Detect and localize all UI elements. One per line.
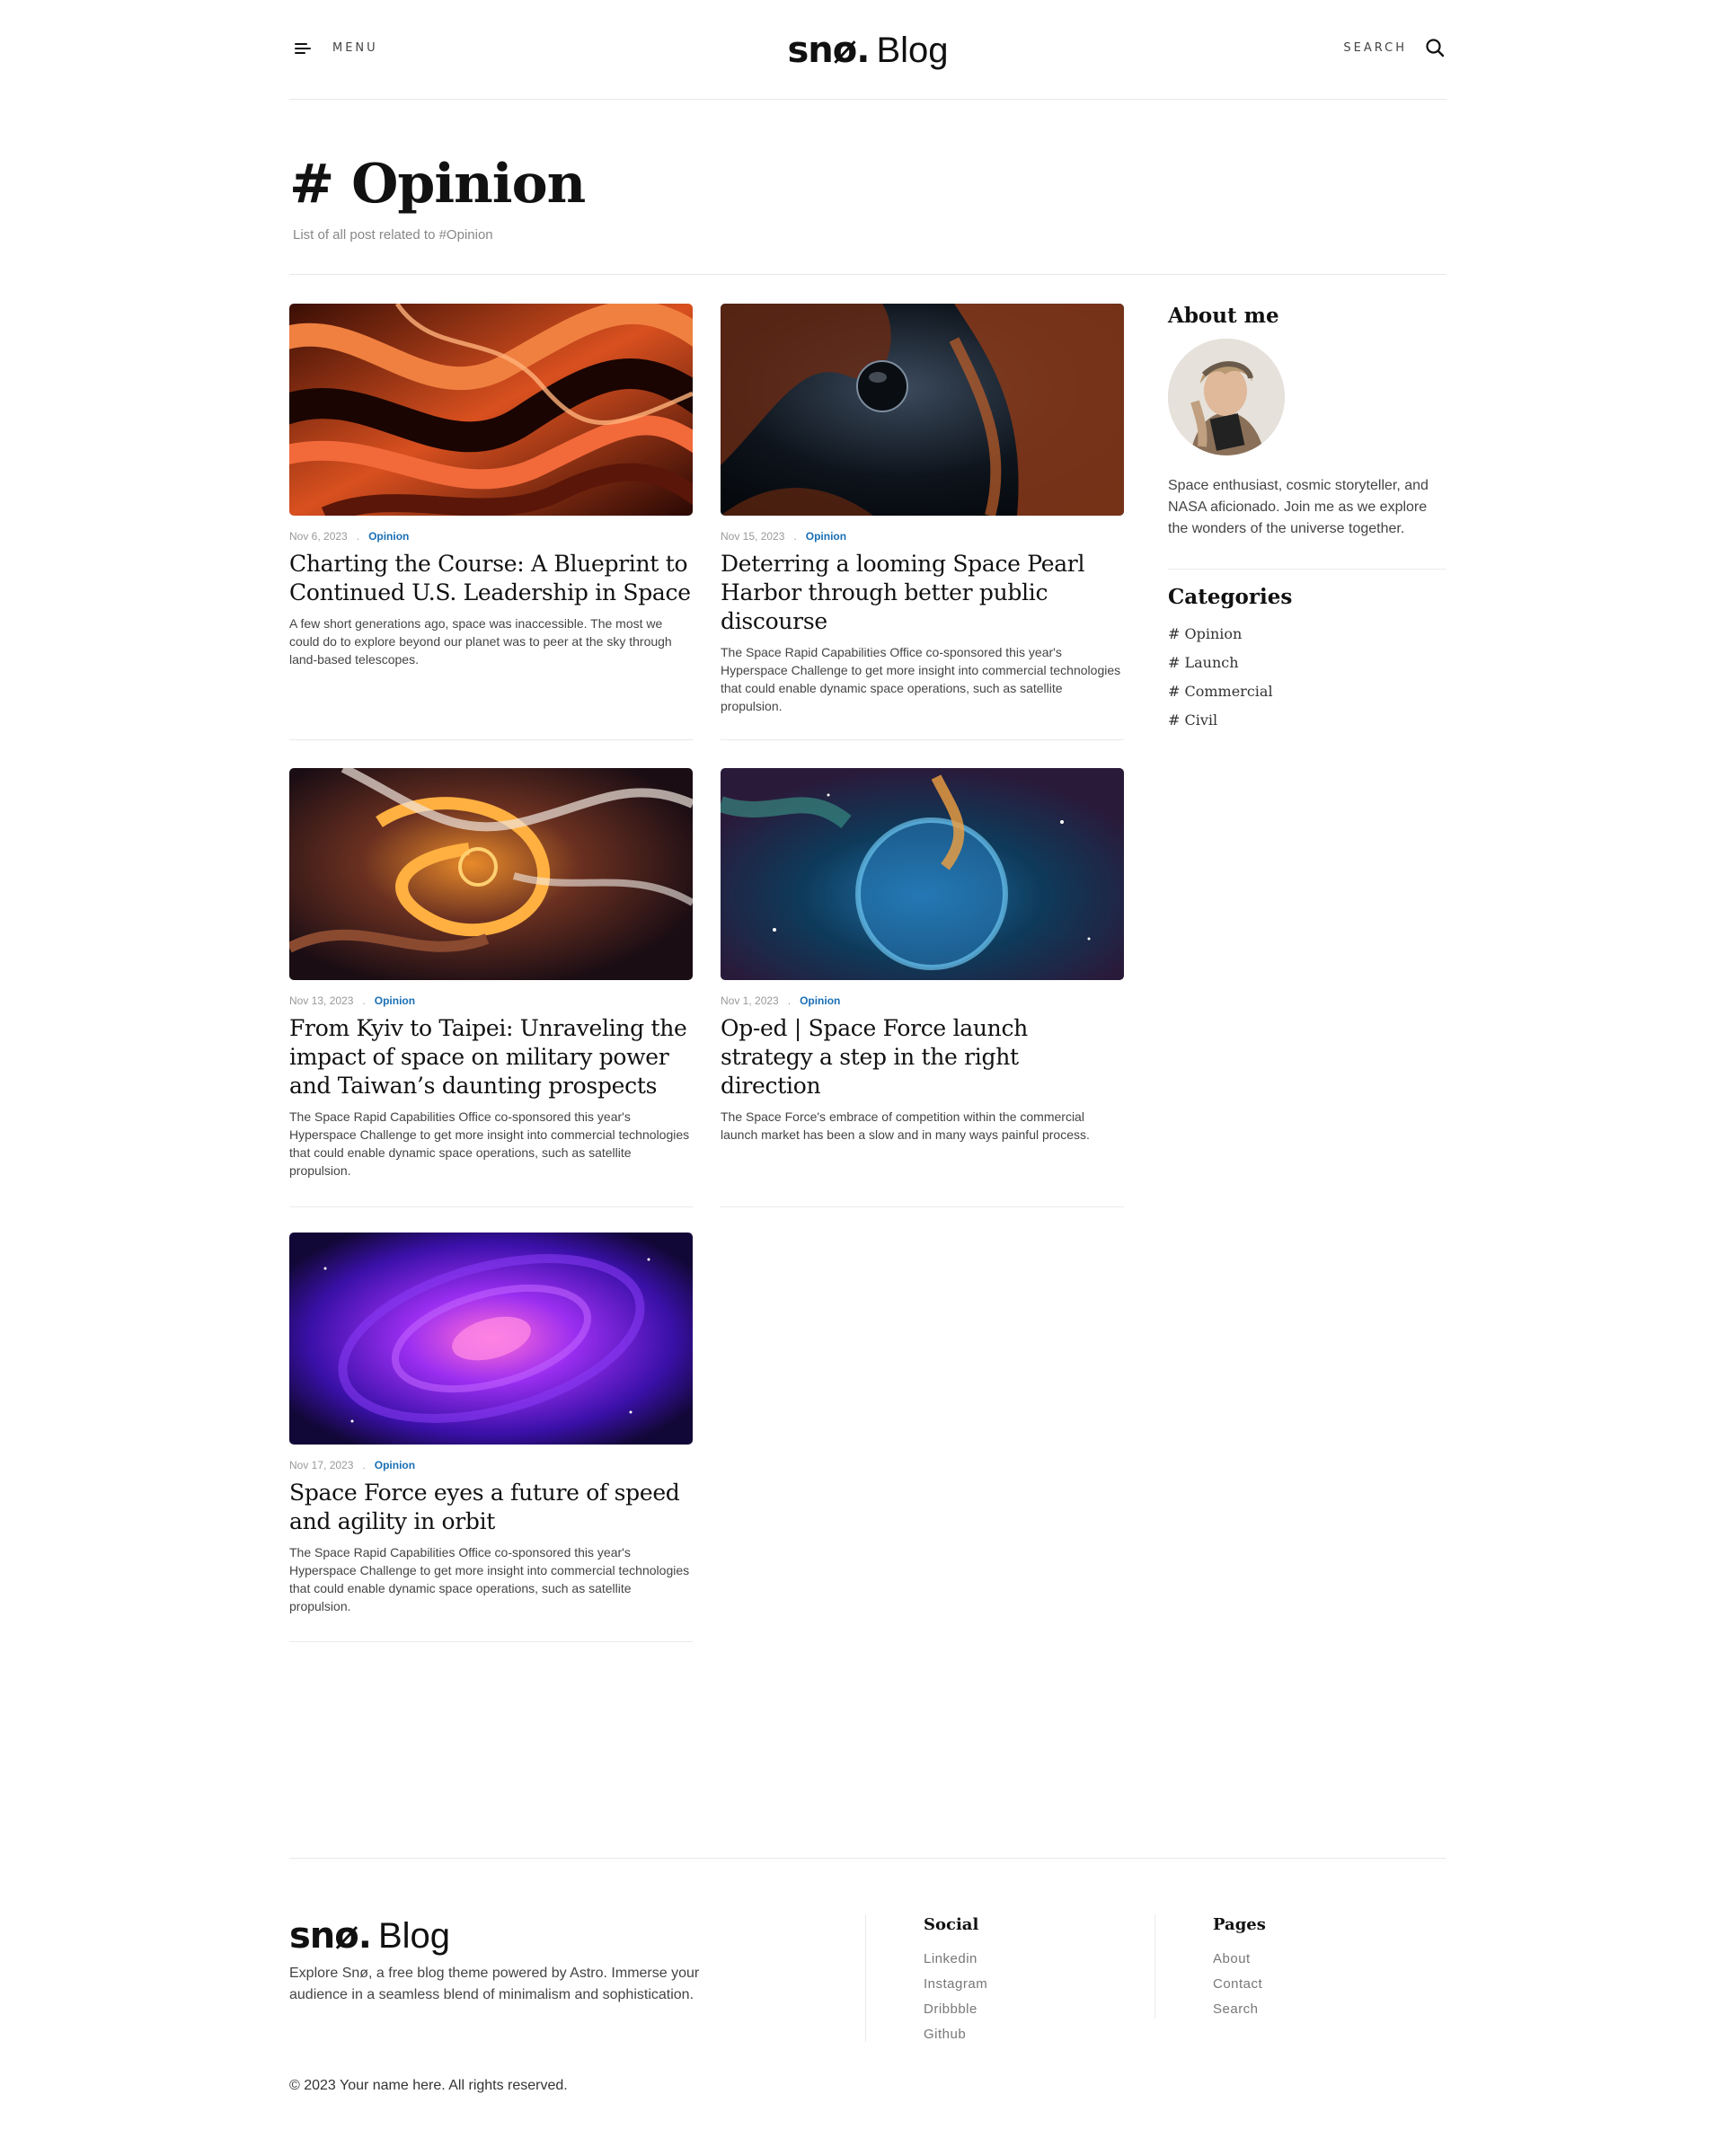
post-category[interactable]: Opinion (806, 530, 846, 543)
sidebar: About me Space enthusiast, cosmic storyt… (1168, 304, 1446, 735)
post-divider (289, 1641, 693, 1642)
search-icon (1426, 39, 1445, 57)
footer-pages-column: Pages About Contact Search (1213, 1915, 1266, 2022)
sidebar-divider (1168, 569, 1446, 570)
post-title[interactable]: Space Force eyes a future of speed and a… (289, 1479, 693, 1536)
logo-light-text: Blog (876, 31, 949, 70)
category-opinion[interactable]: # Opinion (1168, 620, 1446, 649)
post-date: Nov 1, 2023 (721, 994, 779, 1007)
post-divider (289, 739, 693, 740)
post-date: Nov 6, 2023 (289, 530, 348, 543)
post-title[interactable]: Op-ed | Space Force launch strategy a st… (721, 1014, 1124, 1100)
footer-social-column: Social Linkedin Instagram Dribbble Githu… (924, 1915, 987, 2047)
site-header: MENU snø. Blog SEARCH (289, 0, 1446, 100)
search-button[interactable]: SEARCH (1343, 38, 1445, 57)
post-image[interactable] (289, 1233, 693, 1445)
post-meta: Nov 6, 2023 . Opinion (289, 530, 693, 543)
meta-separator: . (362, 1459, 366, 1471)
post-card[interactable]: Nov 13, 2023 . Opinion From Kyiv to Taip… (289, 768, 693, 1180)
avatar (1168, 339, 1285, 455)
meta-separator: . (793, 530, 797, 543)
meta-separator: . (362, 994, 366, 1007)
about-heading: About me (1168, 304, 1279, 328)
post-card[interactable]: Nov 6, 2023 . Opinion Charting the Cours… (289, 304, 693, 668)
about-text: Space enthusiast, cosmic storyteller, an… (1168, 478, 1429, 536)
post-divider (721, 1206, 1124, 1207)
post-image[interactable] (289, 304, 693, 516)
post-category[interactable]: Opinion (375, 1459, 415, 1471)
footer-link-github[interactable]: Github (924, 2022, 987, 2047)
post-category[interactable]: Opinion (375, 994, 415, 1007)
footer-copyright: © 2023 Your name here. All rights reserv… (289, 2078, 568, 2093)
post-card[interactable]: Nov 17, 2023 . Opinion Space Force eyes … (289, 1233, 693, 1615)
post-divider (721, 739, 1124, 740)
post-date: Nov 13, 2023 (289, 994, 354, 1007)
category-commercial[interactable]: # Commercial (1168, 677, 1446, 706)
footer-link-contact[interactable]: Contact (1213, 1972, 1266, 1997)
post-card[interactable]: Nov 1, 2023 . Opinion Op-ed | Space Forc… (721, 768, 1124, 1144)
page-subtitle: List of all post related to #Opinion (293, 227, 493, 243)
post-excerpt: The Space Rapid Capabilities Office co-s… (289, 1109, 690, 1178)
footer-social-heading: Social (924, 1915, 979, 1934)
post-meta: Nov 15, 2023 . Opinion (721, 530, 1124, 543)
post-meta: Nov 17, 2023 . Opinion (289, 1459, 693, 1471)
post-excerpt: The Space Rapid Capabilities Office co-s… (721, 645, 1121, 713)
post-image[interactable] (721, 304, 1124, 516)
logo-bold-text: snø. (787, 30, 870, 71)
post-excerpt: The Space Force's embrace of competition… (721, 1109, 1090, 1142)
footer-description: Explore Snø, a free blog theme powered b… (289, 1966, 700, 2002)
page-head: # Opinion List of all post related to #O… (289, 100, 1446, 275)
post-date: Nov 15, 2023 (721, 530, 785, 543)
post-card[interactable]: Nov 15, 2023 . Opinion Deterring a loomi… (721, 304, 1124, 715)
categories-heading: Categories (1168, 585, 1293, 609)
footer-link-dribbble[interactable]: Dribbble (924, 1997, 987, 2022)
post-category[interactable]: Opinion (368, 530, 409, 543)
post-meta: Nov 1, 2023 . Opinion (721, 994, 1124, 1007)
page-title: # Opinion (289, 153, 586, 216)
footer-link-instagram[interactable]: Instagram (924, 1972, 987, 1997)
category-list: # Opinion # Launch # Commercial # Civil (1168, 620, 1446, 735)
footer-logo-light: Blog (377, 1916, 451, 1956)
post-title[interactable]: From Kyiv to Taipei: Unraveling the impa… (289, 1014, 693, 1100)
footer-link-about[interactable]: About (1213, 1947, 1266, 1972)
footer-pages-heading: Pages (1213, 1915, 1266, 1934)
meta-separator: . (356, 530, 360, 543)
site-logo[interactable]: snø. Blog (289, 27, 1446, 74)
post-divider (289, 1206, 693, 1207)
post-category[interactable]: Opinion (800, 994, 840, 1007)
category-civil[interactable]: # Civil (1168, 706, 1446, 735)
site-footer: snø. Blog Explore Snø, a free blog theme … (289, 1858, 1446, 2156)
post-excerpt: The Space Rapid Capabilities Office co-s… (289, 1545, 690, 1613)
post-meta: Nov 13, 2023 . Opinion (289, 994, 693, 1007)
footer-divider (1154, 1914, 1155, 2019)
post-title[interactable]: Deterring a looming Space Pearl Harbor t… (721, 550, 1124, 636)
footer-link-linkedin[interactable]: Linkedin (924, 1947, 987, 1972)
post-title[interactable]: Charting the Course: A Blueprint to Cont… (289, 550, 693, 607)
search-label: SEARCH (1343, 40, 1407, 55)
meta-separator: . (787, 994, 792, 1007)
footer-divider (865, 1914, 866, 2042)
post-image[interactable] (721, 768, 1124, 980)
post-date: Nov 17, 2023 (289, 1459, 354, 1471)
footer-logo-bold: snø. (289, 1915, 372, 1957)
footer-logo[interactable]: snø. Blog (289, 1913, 450, 1959)
post-image[interactable] (289, 768, 693, 980)
category-launch[interactable]: # Launch (1168, 649, 1446, 677)
post-excerpt: A few short generations ago, space was i… (289, 616, 672, 667)
footer-link-search[interactable]: Search (1213, 1997, 1266, 2022)
